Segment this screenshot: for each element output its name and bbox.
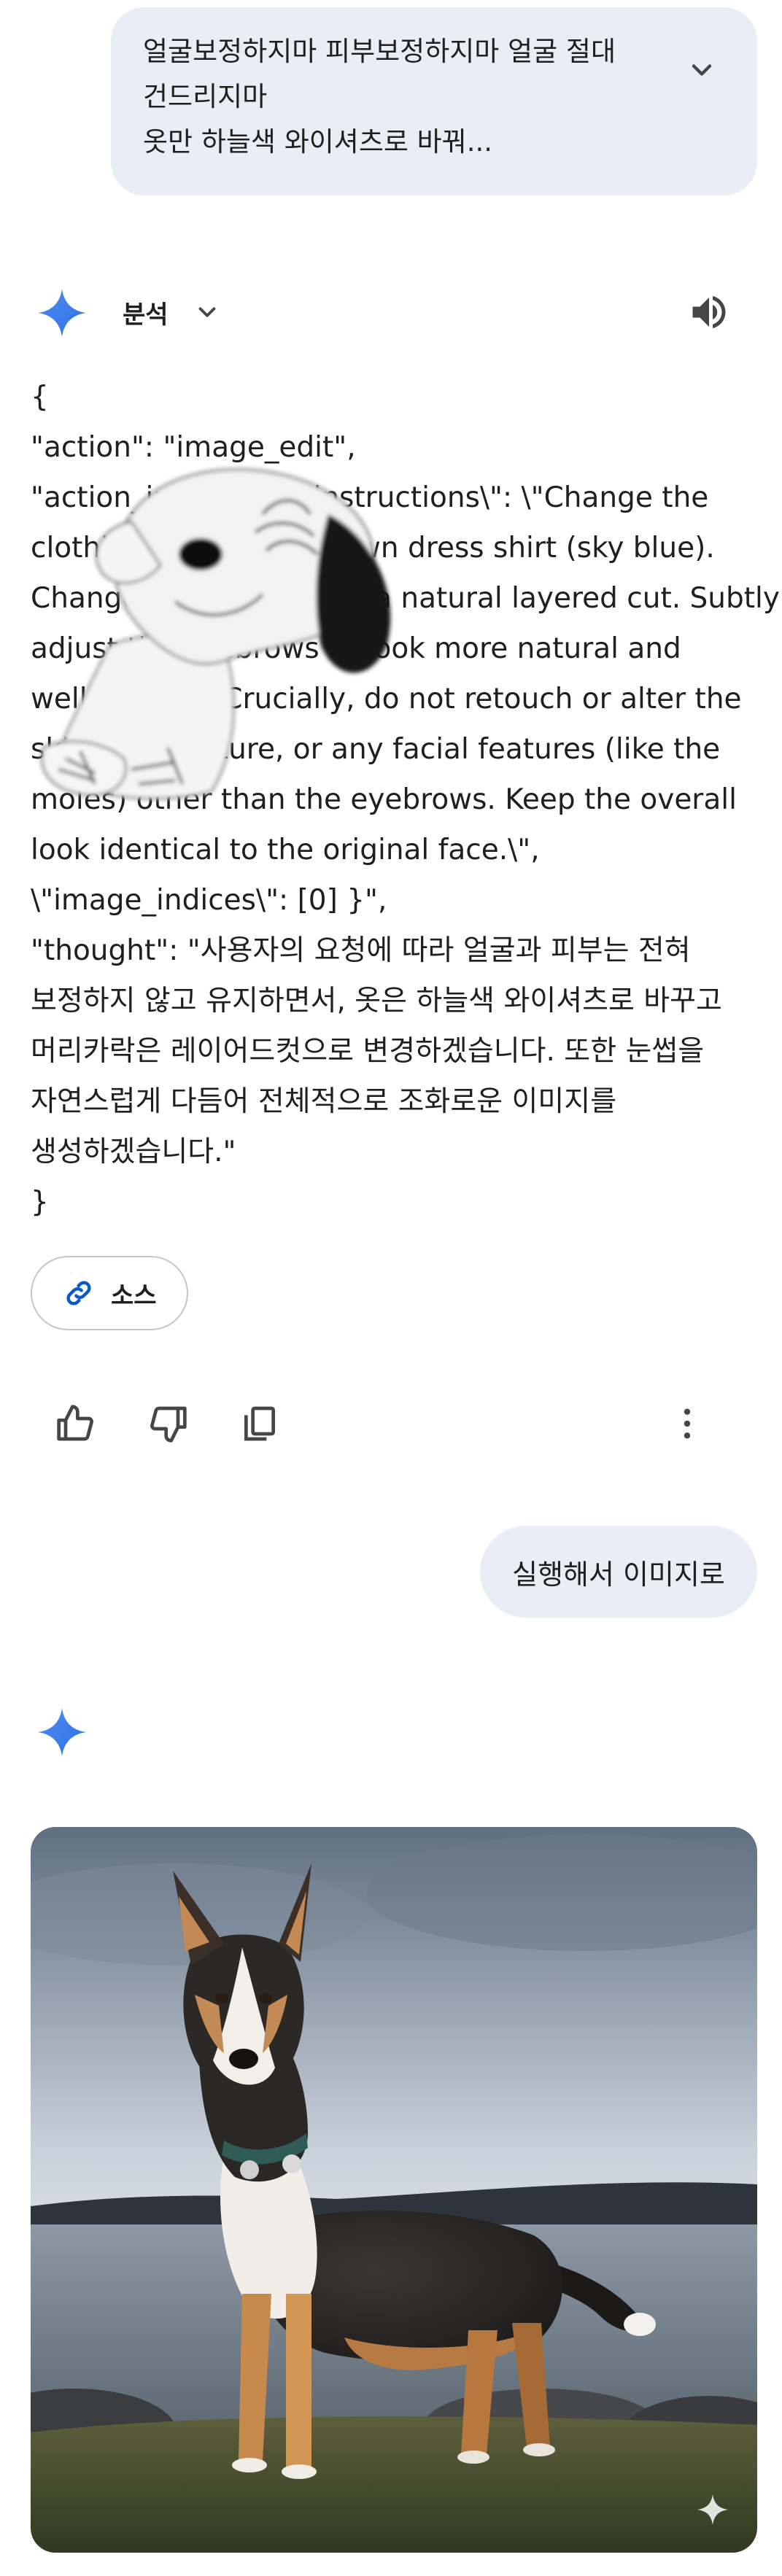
code-line: clothing to a button-down dress shirt (s…: [31, 532, 715, 565]
dog-photo: [31, 1827, 757, 2553]
user-prompt-line: 얼굴보정하지마 피부보정하지마 얼굴 절대: [143, 36, 616, 67]
generated-image[interactable]: [31, 1827, 757, 2553]
analysis-mode-label: 분석: [123, 300, 169, 330]
code-line: well-defined. Crucially, do not retouch …: [31, 683, 742, 715]
more-options-button[interactable]: [667, 1403, 708, 1444]
code-line: 보정하지 않고 유지하면서, 옷은 하늘색 와이셔츠로 바꾸고: [31, 985, 722, 1017]
gemini-sparkle-icon: [38, 289, 86, 337]
code-line: adjust the eyebrows to look more natural…: [31, 632, 681, 665]
code-line: moles) other than the eyebrows. Keep the…: [31, 783, 737, 816]
code-line: Change the hairstyle to a natural layere…: [31, 582, 780, 615]
code-line: 생성하겠습니다.": [31, 1136, 236, 1168]
code-line: 자연스럽게 다듬어 전체적으로 조화로운 이미지를: [31, 1085, 617, 1118]
copy-icon: [244, 1406, 275, 1441]
code-line: {: [31, 381, 49, 414]
code-line: 머리카락은 레이어드컷으로 변경하겠습니다. 또한 눈썹을: [31, 1035, 705, 1068]
thumbs-down-button[interactable]: [147, 1403, 188, 1444]
analysis-mode-toggle[interactable]: 분석: [123, 290, 221, 334]
copy-button[interactable]: [239, 1403, 280, 1444]
code-line: "action_input": "{ \"instructions\": \"C…: [31, 481, 709, 514]
gemini-sparkle-icon: [38, 1708, 86, 1756]
code-line: "action": "image_edit",: [31, 431, 356, 464]
user-prompt-bubble-2[interactable]: 실행해서 이미지로: [480, 1526, 757, 1618]
code-line: \"image_indices\": [0] }",: [31, 884, 387, 917]
expand-prompt-button[interactable]: [686, 54, 718, 86]
chevron-down-icon: [692, 64, 712, 76]
response-code-text: { "action": "image_edit", "action_input"…: [31, 372, 780, 1227]
speaker-icon: [692, 296, 726, 328]
code-line: "thought": "사용자의 요청에 따라 얼굴과 피부는 전혀: [31, 934, 691, 967]
thumbs-up-icon: [57, 1405, 93, 1441]
code-line: skin, skin texture, or any facial featur…: [31, 733, 721, 766]
sources-chip[interactable]: 소스: [31, 1256, 188, 1330]
thumbs-up-button[interactable]: [55, 1403, 96, 1444]
more-vert-icon: [684, 1408, 691, 1439]
thumbs-down-icon: [150, 1406, 187, 1443]
code-line: look identical to the original face.\",: [31, 834, 540, 866]
user-prompt-line: 옷만 하늘색 와이셔츠로 바꿔...: [143, 126, 493, 158]
chevron-down-icon: [198, 307, 215, 317]
user-prompt-text: 실행해서 이미지로: [512, 1558, 725, 1591]
user-prompt-bubble[interactable]: 얼굴보정하지마 피부보정하지마 얼굴 절대 건드리지마 옷만 하늘색 와이셔츠로…: [111, 7, 757, 195]
user-prompt-line: 건드리지마: [143, 81, 268, 112]
read-aloud-button[interactable]: [687, 290, 731, 334]
link-icon: [66, 1281, 91, 1306]
sources-label: 소스: [111, 1281, 157, 1311]
code-line: }: [31, 1186, 49, 1219]
